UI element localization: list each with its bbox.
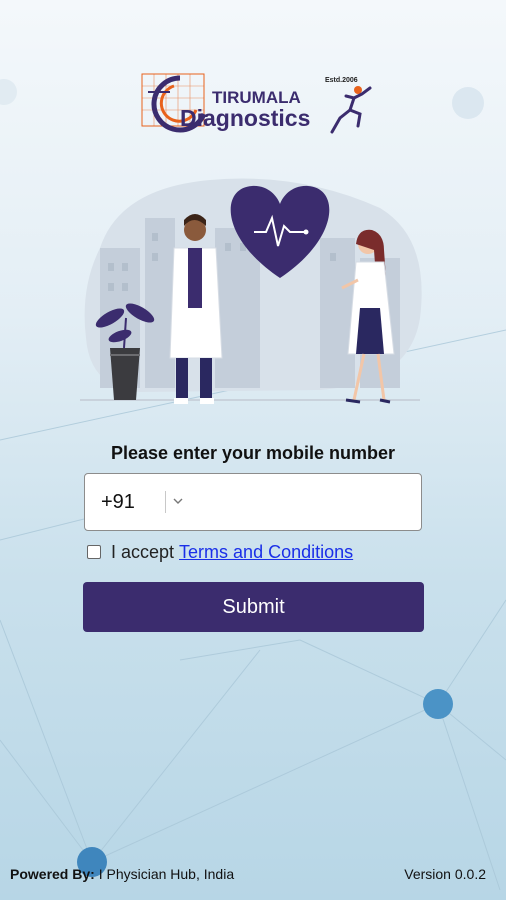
terms-link[interactable]: Terms and Conditions — [179, 542, 353, 563]
mobile-number-input[interactable] — [195, 482, 414, 524]
terms-checkbox[interactable] — [87, 545, 101, 559]
hero-illustration — [80, 178, 422, 404]
app-version: Version 0.0.2 — [404, 866, 486, 882]
mobile-number-prompt: Please enter your mobile number — [110, 443, 396, 463]
chevron-down-icon[interactable] — [171, 494, 185, 508]
runner-logo — [330, 86, 372, 134]
powered-by-value: I Physician Hub, India — [98, 866, 235, 882]
powered-by-label: Powered By: — [10, 866, 95, 882]
brand-name-bottom: Diagnostics — [180, 105, 310, 131]
powered-by: Powered By: I Physician Hub, India — [10, 866, 234, 882]
brand-established: Estd.2006 — [325, 77, 358, 84]
submit-button[interactable]: Submit — [83, 582, 424, 632]
country-code-divider — [165, 491, 166, 513]
terms-row: I accept Terms and Conditions — [87, 542, 353, 562]
phone-input-group: +91 — [84, 473, 422, 531]
country-code-selector[interactable]: +91 — [101, 491, 135, 514]
brand-logo: TIRUMALA Diagnostics Estd.2006 — [141, 73, 372, 134]
accept-text: I accept — [111, 541, 175, 562]
